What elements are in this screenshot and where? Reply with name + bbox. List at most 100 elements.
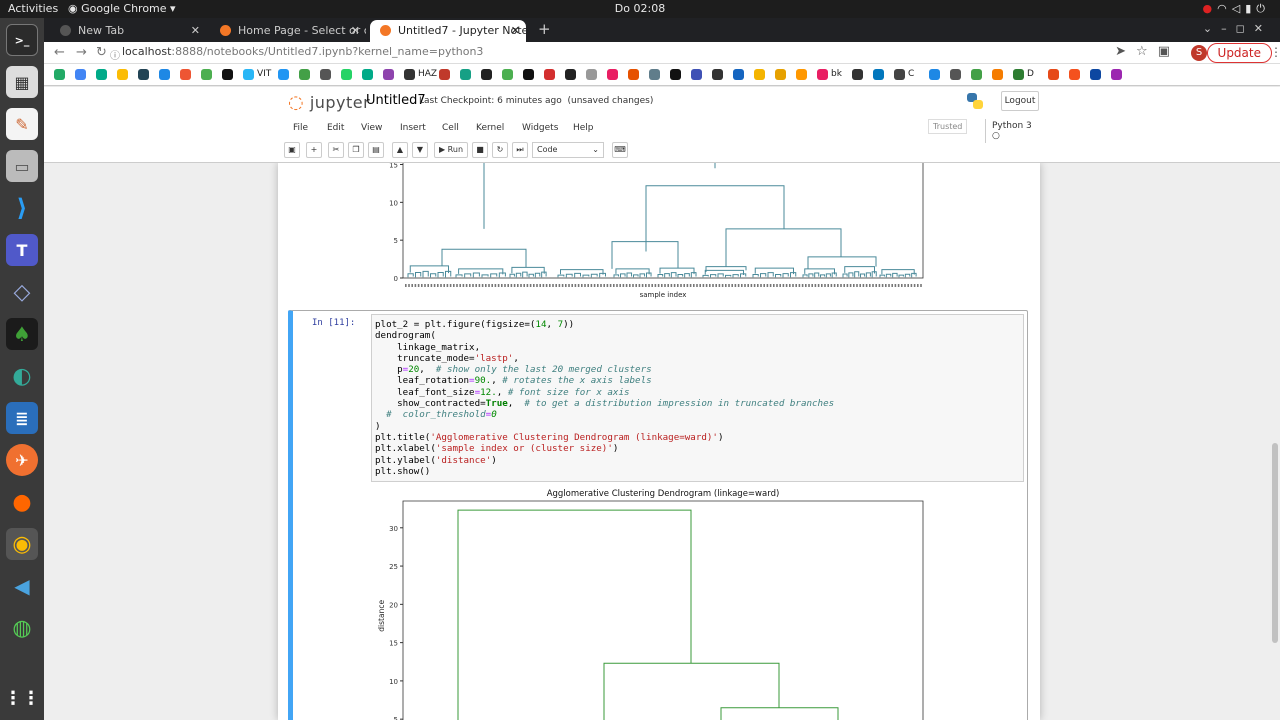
vscode-icon[interactable]: ⟩ xyxy=(6,192,38,224)
bookmark-icon[interactable] xyxy=(320,69,331,80)
url-bar[interactable]: localhost:8888/notebooks/Untitled7.ipynb… xyxy=(122,45,483,58)
system-tray[interactable]: ●◠◁▮⏻ xyxy=(1203,2,1270,16)
trusted-indicator[interactable]: Trusted xyxy=(928,119,968,134)
bookmark-icon[interactable] xyxy=(299,69,310,80)
interrupt-button[interactable]: ■ xyxy=(472,142,488,158)
page-scrollbar[interactable] xyxy=(1272,443,1278,643)
maximize-icon[interactable]: ◻ xyxy=(1236,22,1254,35)
bookmark-icon[interactable] xyxy=(992,69,1003,80)
code-editor[interactable]: plot_2 = plt.figure(figsize=(14, 7)) dend… xyxy=(371,314,1024,482)
activities-button[interactable]: Activities xyxy=(8,2,58,15)
bookmark-icon[interactable] xyxy=(544,69,555,80)
back-icon[interactable]: ← xyxy=(54,45,65,60)
chrome-dock-icon[interactable]: ◉ xyxy=(6,528,38,560)
show-apps-icon[interactable]: ⋮⋮ xyxy=(4,682,40,714)
bookmark-icon[interactable] xyxy=(649,69,660,80)
bookmark-icon[interactable] xyxy=(852,69,863,80)
menu-kebab-icon[interactable]: ⋮ xyxy=(1270,45,1280,59)
restart-button[interactable]: ↻ xyxy=(492,142,508,158)
move-up-button[interactable]: ▲ xyxy=(392,142,408,158)
postman-icon[interactable]: ✈ xyxy=(6,444,38,476)
tab-new-tab[interactable]: New Tab ✕ xyxy=(50,20,206,42)
logout-button[interactable]: Logout xyxy=(1001,91,1039,111)
bookmark-icon[interactable] xyxy=(775,69,786,80)
tab-home-page[interactable]: Home Page - Select or cre✕ xyxy=(210,20,366,42)
tab-untitled7[interactable]: Untitled7 - Jupyter Noteb ✕ xyxy=(370,20,526,42)
files-icon[interactable]: ▭ xyxy=(6,150,38,182)
bookmark-icon[interactable] xyxy=(950,69,961,80)
bookmark-icon[interactable] xyxy=(117,69,128,80)
bookmark-label[interactable]: C xyxy=(908,69,914,80)
bookmark-icon[interactable] xyxy=(481,69,492,80)
bookmark-icon[interactable] xyxy=(138,69,149,80)
share-icon[interactable]: ➤ xyxy=(1115,44,1136,59)
text-editor-icon[interactable]: ✎ xyxy=(6,108,38,140)
writer-icon[interactable]: ≣ xyxy=(6,402,38,434)
bookmark-icon[interactable] xyxy=(929,69,940,80)
close-window-icon[interactable]: ✕ xyxy=(1254,22,1272,35)
bookmark-icon[interactable] xyxy=(971,69,982,80)
bookmark-icon[interactable] xyxy=(439,69,450,80)
earth-icon[interactable]: ◍ xyxy=(6,612,38,644)
bookmark-icon[interactable] xyxy=(502,69,513,80)
close-icon[interactable]: ✕ xyxy=(191,24,200,37)
menu-cell[interactable]: Cell xyxy=(442,123,459,133)
jupyter-logo[interactable]: ◌ jupyter xyxy=(288,92,370,113)
bookmark-icon[interactable] xyxy=(754,69,765,80)
bookmark-icon[interactable] xyxy=(201,69,212,80)
run-button[interactable]: ▶ Run xyxy=(434,142,468,158)
bookmark-icon[interactable] xyxy=(278,69,289,80)
command-palette-button[interactable]: ⌨ xyxy=(612,142,628,158)
close-icon[interactable]: ✕ xyxy=(351,24,360,37)
sidepanel-icon[interactable]: ▣ xyxy=(1158,44,1180,59)
bookmark-icon[interactable] xyxy=(54,69,65,80)
bookmark-icon[interactable] xyxy=(586,69,597,80)
firefox-icon[interactable]: ● xyxy=(6,486,38,518)
window-controls[interactable]: ⌄–◻✕ xyxy=(1203,22,1272,35)
move-down-button[interactable]: ▼ xyxy=(412,142,428,158)
notebook-title[interactable]: Untitled7 xyxy=(366,93,426,108)
bookmark-icon[interactable] xyxy=(873,69,884,80)
profile-avatar[interactable]: S xyxy=(1191,45,1207,61)
bookmark-label[interactable]: HAZ xyxy=(418,69,437,80)
globe-icon[interactable]: ◐ xyxy=(6,360,38,392)
forward-icon[interactable]: → xyxy=(76,45,87,60)
bookmark-icon[interactable] xyxy=(523,69,534,80)
bookmark-label[interactable]: bk xyxy=(831,69,842,80)
menu-insert[interactable]: Insert xyxy=(400,123,426,133)
bookmark-icon[interactable] xyxy=(565,69,576,80)
bookmark-icon[interactable] xyxy=(180,69,191,80)
menu-view[interactable]: View xyxy=(361,123,382,133)
bookmark-icon[interactable] xyxy=(691,69,702,80)
save-button[interactable]: ▣ xyxy=(284,142,300,158)
bookmark-icon[interactable] xyxy=(222,69,233,80)
bookmark-icon[interactable] xyxy=(817,69,828,80)
tab-search-icon[interactable]: ⌄ xyxy=(1203,22,1221,35)
bookmark-icon[interactable] xyxy=(362,69,373,80)
calculator-icon[interactable]: ▦ xyxy=(6,66,38,98)
paste-button[interactable]: ▤ xyxy=(368,142,384,158)
bookmark-icon[interactable] xyxy=(75,69,86,80)
restart-run-all-button[interactable]: ⏭ xyxy=(512,142,528,158)
bookmark-label[interactable]: VIT xyxy=(257,69,271,80)
bookmark-icon[interactable] xyxy=(1111,69,1122,80)
minimize-icon[interactable]: – xyxy=(1221,22,1236,35)
insert-cell-button[interactable]: + xyxy=(306,142,322,158)
menu-edit[interactable]: Edit xyxy=(327,123,344,133)
bookmark-icon[interactable] xyxy=(1069,69,1080,80)
copy-button[interactable]: ❐ xyxy=(348,142,364,158)
bookmark-label[interactable]: D xyxy=(1027,69,1034,80)
bookmark-icon[interactable] xyxy=(159,69,170,80)
menu-help[interactable]: Help xyxy=(573,123,594,133)
bookmark-icon[interactable] xyxy=(796,69,807,80)
bookmark-icon[interactable] xyxy=(243,69,254,80)
bookmark-icon[interactable] xyxy=(341,69,352,80)
cell-type-select[interactable]: Code ⌄ xyxy=(532,142,604,158)
bookmark-icon[interactable] xyxy=(404,69,415,80)
menu-widgets[interactable]: Widgets xyxy=(522,123,558,133)
notebook-area[interactable]: 0 5 10 15 sample index In [11]: plot_2 = plt… xyxy=(44,163,1280,720)
bookmark-icon[interactable] xyxy=(712,69,723,80)
bookmark-icon[interactable] xyxy=(670,69,681,80)
bookmark-icon[interactable] xyxy=(96,69,107,80)
bookmark-icon[interactable] xyxy=(460,69,471,80)
